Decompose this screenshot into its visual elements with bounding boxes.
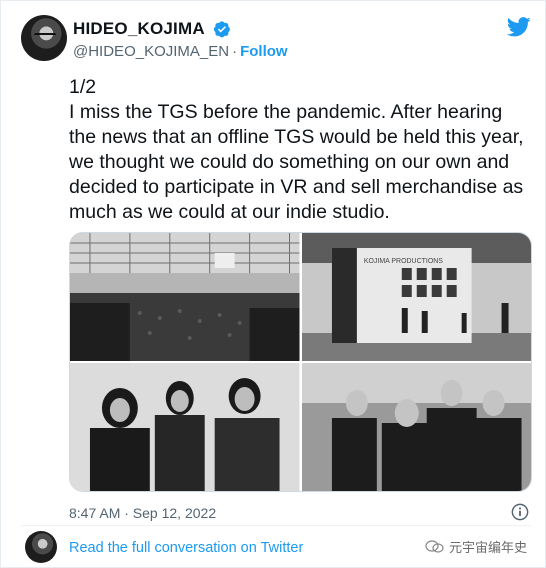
tweet-line: we thought we could do something on our … (69, 151, 510, 173)
author-display-name[interactable]: HIDEO_KOJIMA (73, 19, 205, 39)
tweet-line: much as we could at our indie studio. (69, 201, 390, 223)
separator-dot: · (232, 43, 238, 60)
tweet-header: HIDEO_KOJIMA @HIDEO_KOJIMA_EN · Follow (21, 15, 531, 65)
twitter-bird-icon[interactable] (507, 17, 531, 37)
media-grid: KOJIMA PRODUCTIONS (69, 232, 532, 492)
tweet-line: 1/2 (69, 76, 97, 98)
photo-booth[interactable]: KOJIMA PRODUCTIONS (301, 233, 531, 361)
author-info: HIDEO_KOJIMA @HIDEO_KOJIMA_EN · Follow (73, 19, 288, 60)
author-handle[interactable]: @HIDEO_KOJIMA_EN (73, 43, 229, 60)
author-avatar[interactable] (21, 15, 67, 61)
photo-convention-hall[interactable] (70, 233, 300, 361)
tweet-card: HIDEO_KOJIMA @HIDEO_KOJIMA_EN · Follow 1/2… (0, 0, 546, 568)
watermark: 元宇宙编年史 (425, 537, 527, 556)
tweet-line: the news that an offline TGS would be he… (69, 126, 524, 148)
tweet-timestamp[interactable]: 8:47 AM · Sep 12, 2022 (69, 505, 216, 521)
tweet-text: 1/2 I miss the TGS before the pandemic. … (69, 75, 539, 225)
read-conversation-link[interactable]: Read the full conversation on Twitter (69, 540, 303, 556)
info-icon[interactable] (511, 503, 529, 521)
tweet-line: I miss the TGS before the pandemic. Afte… (69, 101, 503, 123)
follow-button[interactable]: Follow (240, 43, 288, 60)
tweet-line: decided to participate in VR and sell me… (69, 176, 524, 198)
photo-group-event[interactable] (301, 363, 531, 491)
footer-avatar[interactable] (25, 531, 57, 563)
booth-sign: KOJIMA PRODUCTIONS (363, 258, 442, 265)
verified-badge-icon (214, 21, 231, 38)
watermark-text: 元宇宙编年史 (448, 540, 527, 555)
divider (21, 525, 531, 526)
wechat-icon (425, 539, 444, 553)
photo-group-three[interactable] (70, 363, 300, 491)
